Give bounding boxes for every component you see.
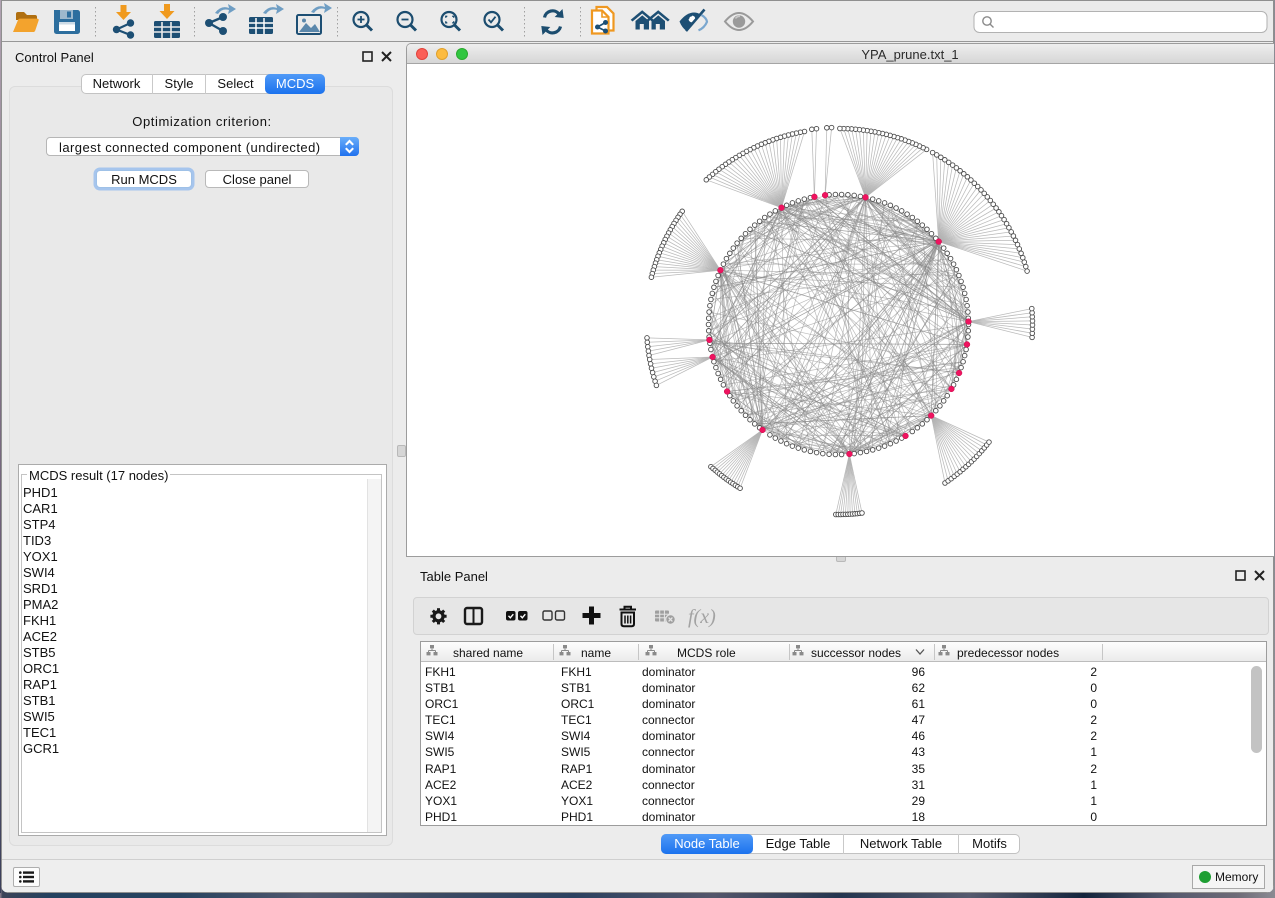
svg-text:f(x): f(x) xyxy=(688,606,716,628)
